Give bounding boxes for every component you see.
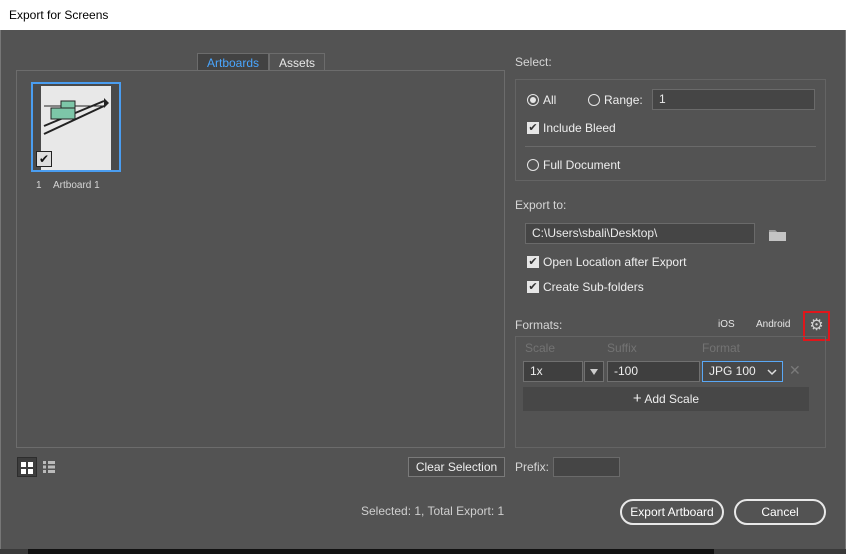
format-column-header: Format bbox=[702, 341, 741, 355]
gear-icon: ⚙ bbox=[809, 317, 824, 334]
scale-select[interactable]: 1x bbox=[523, 361, 583, 382]
ios-preset-button[interactable]: iOS bbox=[718, 319, 735, 330]
radio-range-label[interactable]: Range: bbox=[604, 93, 643, 107]
select-label: Select: bbox=[515, 55, 552, 69]
radio-full-document[interactable] bbox=[527, 159, 539, 171]
scale-dropdown-button[interactable] bbox=[584, 361, 604, 382]
add-scale-button[interactable]: + Add Scale bbox=[523, 387, 809, 411]
artboard-thumbnail[interactable]: ✔ bbox=[31, 82, 121, 172]
range-input[interactable]: 1 bbox=[652, 89, 815, 110]
clear-selection-button[interactable]: Clear Selection bbox=[408, 457, 505, 477]
radio-range[interactable] bbox=[588, 94, 600, 106]
folder-icon[interactable] bbox=[768, 227, 788, 245]
cancel-button[interactable]: Cancel bbox=[734, 499, 826, 525]
prefix-input[interactable] bbox=[553, 457, 620, 477]
select-divider bbox=[525, 146, 816, 147]
window-titlebar: Export for Screens bbox=[0, 0, 846, 30]
grid-view-icon bbox=[21, 462, 33, 474]
radio-all-label[interactable]: All bbox=[543, 93, 556, 107]
suffix-column-header: Suffix bbox=[607, 341, 637, 355]
artboard-number: 1 bbox=[36, 180, 42, 191]
window-bottom-edge bbox=[0, 549, 846, 554]
add-scale-label: Add Scale bbox=[644, 392, 700, 406]
format-select-value: JPG 100 bbox=[709, 364, 756, 378]
prefix-label: Prefix: bbox=[515, 460, 550, 474]
window-title: Export for Screens bbox=[9, 8, 109, 22]
include-bleed-label[interactable]: Include Bleed bbox=[543, 121, 616, 135]
triangle-down-icon bbox=[590, 369, 598, 375]
radio-all[interactable] bbox=[527, 94, 539, 106]
open-location-label[interactable]: Open Location after Export bbox=[543, 255, 686, 269]
list-view-icon bbox=[43, 461, 55, 473]
grid-view-button[interactable] bbox=[17, 457, 37, 477]
suffix-input[interactable]: -100 bbox=[607, 361, 700, 382]
plus-icon: + bbox=[632, 390, 642, 407]
remove-scale-icon[interactable]: ✕ bbox=[789, 362, 801, 379]
scale-column-header: Scale bbox=[525, 341, 556, 355]
full-document-label[interactable]: Full Document bbox=[543, 158, 620, 172]
export-path-input[interactable]: C:\Users\sbali\Desktop\ bbox=[525, 223, 755, 244]
sub-folders-checkbox[interactable]: ✔ bbox=[527, 281, 539, 293]
selection-status: Selected: 1, Total Export: 1 bbox=[361, 504, 505, 518]
artboard-select-checkbox[interactable]: ✔ bbox=[36, 151, 52, 167]
open-location-checkbox[interactable]: ✔ bbox=[527, 256, 539, 268]
list-view-button[interactable] bbox=[39, 457, 59, 477]
format-select[interactable]: JPG 100 bbox=[702, 361, 783, 382]
chevron-down-icon bbox=[767, 369, 777, 376]
sub-folders-label[interactable]: Create Sub-folders bbox=[543, 280, 644, 294]
android-preset-button[interactable]: Android bbox=[756, 319, 790, 330]
include-bleed-checkbox[interactable]: ✔ bbox=[527, 122, 539, 134]
artboard-name[interactable]: Artboard 1 bbox=[53, 180, 100, 191]
export-artboard-button[interactable]: Export Artboard bbox=[620, 499, 724, 525]
formats-label: Formats: bbox=[515, 318, 563, 332]
export-to-label: Export to: bbox=[515, 198, 567, 212]
